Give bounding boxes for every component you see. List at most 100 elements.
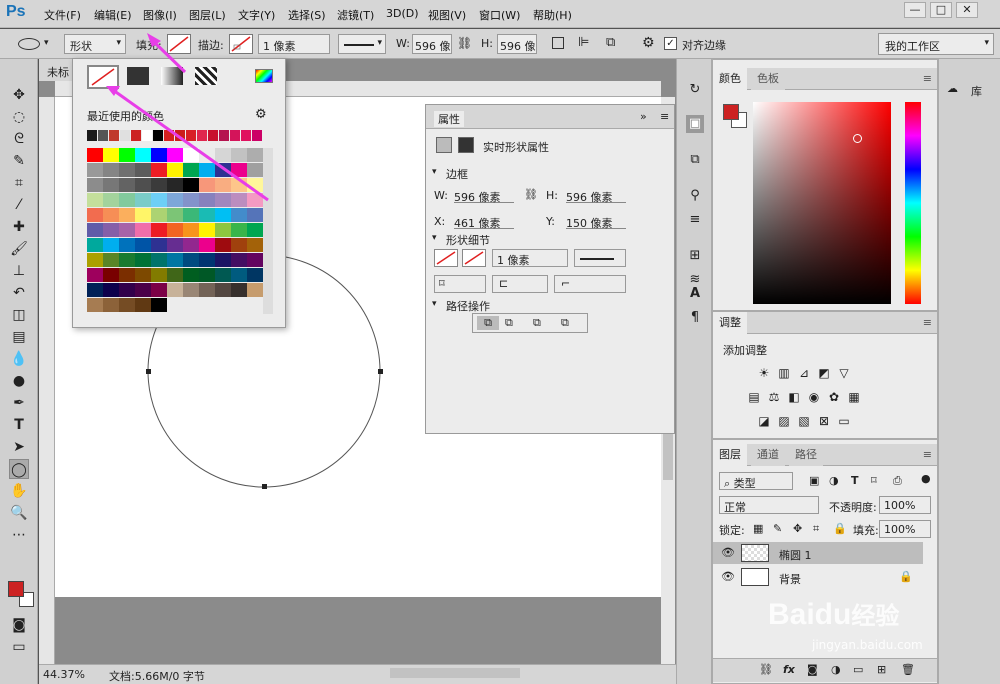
color-swatch[interactable] bbox=[167, 268, 183, 282]
anchor-point[interactable] bbox=[378, 369, 383, 374]
fill-swatch-button[interactable] bbox=[434, 249, 458, 267]
stroke-type-select[interactable] bbox=[574, 249, 626, 267]
color-swatch[interactable] bbox=[151, 208, 167, 222]
color-picker-icon[interactable] bbox=[255, 69, 273, 83]
color-swatch[interactable] bbox=[215, 163, 231, 177]
color-swatch[interactable] bbox=[183, 208, 199, 222]
color-balance-icon[interactable]: ⚖ bbox=[767, 390, 781, 404]
color-tab[interactable]: 颜色 bbox=[713, 68, 747, 90]
color-swatch[interactable] bbox=[135, 163, 151, 177]
layer-name[interactable]: 椭圆 1 bbox=[779, 547, 812, 563]
intersect-shapes-icon[interactable]: ⧉ bbox=[533, 316, 541, 330]
adjustments-tab[interactable]: 调整 bbox=[713, 312, 747, 334]
recent-color-swatch[interactable] bbox=[186, 130, 196, 141]
mask-properties-icon[interactable] bbox=[458, 137, 474, 153]
solid-color-button[interactable] bbox=[127, 67, 149, 85]
vertical-scroll-thumb[interactable] bbox=[663, 430, 673, 480]
color-swatch[interactable] bbox=[247, 208, 263, 222]
color-swatch[interactable] bbox=[87, 298, 103, 312]
color-swatch[interactable] bbox=[231, 268, 247, 282]
panel-menu-icon[interactable]: ≡ bbox=[923, 72, 932, 85]
color-swatch[interactable] bbox=[87, 283, 103, 297]
exclude-shapes-icon[interactable]: ⧉ bbox=[561, 316, 569, 330]
y-input[interactable]: 150 像素 bbox=[566, 215, 626, 230]
color-swatch[interactable] bbox=[103, 298, 119, 312]
path-ops-icon[interactable] bbox=[552, 37, 564, 49]
menu-edit[interactable]: 编辑(E) bbox=[94, 7, 132, 23]
align-stroke-select[interactable]: ⌑ bbox=[434, 275, 486, 293]
color-swatch[interactable] bbox=[135, 193, 151, 207]
color-swatch[interactable] bbox=[199, 178, 215, 192]
color-swatch[interactable] bbox=[119, 253, 135, 267]
color-swatch[interactable] bbox=[231, 208, 247, 222]
menu-layer[interactable]: 图层(L) bbox=[189, 7, 226, 23]
recent-color-swatch[interactable] bbox=[208, 130, 218, 141]
color-swatch[interactable] bbox=[135, 148, 151, 162]
color-swatch[interactable] bbox=[151, 238, 167, 252]
color-swatch[interactable] bbox=[87, 208, 103, 222]
new-layer-icon[interactable]: ⊞ bbox=[877, 663, 886, 676]
color-swatch[interactable] bbox=[135, 223, 151, 237]
visibility-eye-icon[interactable]: 👁 bbox=[721, 570, 735, 583]
properties-tab[interactable]: 属性 bbox=[434, 111, 464, 127]
color-swatch[interactable] bbox=[247, 148, 263, 162]
color-swatch[interactable] bbox=[183, 148, 199, 162]
menu-image[interactable]: 图像(I) bbox=[143, 7, 177, 23]
pen-tool-icon[interactable]: ✒ bbox=[9, 393, 29, 413]
path-select-tool-icon[interactable]: ➤ bbox=[9, 437, 29, 457]
stamp-tool-icon[interactable]: ⊥ bbox=[9, 261, 29, 281]
lock-position-icon[interactable]: ✥ bbox=[793, 522, 802, 535]
color-swatch[interactable] bbox=[167, 178, 183, 192]
color-swatch[interactable] bbox=[215, 238, 231, 252]
zoom-level[interactable]: 44.37% bbox=[43, 668, 85, 681]
hue-slider[interactable] bbox=[905, 102, 921, 304]
marquee-tool-icon[interactable]: ◌ bbox=[9, 107, 29, 127]
color-swatch[interactable] bbox=[103, 268, 119, 282]
gradient-tool-icon[interactable]: ▤ bbox=[9, 327, 29, 347]
menu-type[interactable]: 文字(Y) bbox=[238, 7, 275, 23]
color-swatch[interactable] bbox=[119, 268, 135, 282]
color-swatch[interactable] bbox=[199, 268, 215, 282]
color-swatch[interactable] bbox=[167, 163, 183, 177]
recent-color-swatch[interactable] bbox=[175, 130, 185, 141]
color-swatch[interactable] bbox=[87, 253, 103, 267]
color-swatch[interactable] bbox=[135, 283, 151, 297]
eraser-tool-icon[interactable]: ◫ bbox=[9, 305, 29, 325]
visibility-eye-icon[interactable]: 👁 bbox=[721, 546, 735, 559]
color-swatch[interactable] bbox=[199, 238, 215, 252]
recent-color-swatch[interactable] bbox=[142, 130, 152, 141]
width-input[interactable]: 596 像素 bbox=[454, 189, 514, 204]
link-icon[interactable]: ⛓ bbox=[457, 36, 472, 50]
color-swatch[interactable] bbox=[247, 283, 263, 297]
swatch-scrollbar[interactable] bbox=[263, 148, 273, 314]
color-swatch[interactable] bbox=[231, 283, 247, 297]
lasso-tool-icon[interactable]: ᘓ bbox=[9, 129, 29, 149]
arrange-icon[interactable]: ⧉ bbox=[606, 35, 615, 50]
foreground-color-swatch[interactable] bbox=[8, 581, 24, 597]
blur-tool-icon[interactable]: 💧 bbox=[9, 349, 29, 369]
color-swatch[interactable] bbox=[167, 148, 183, 162]
selective-color-icon[interactable]: ⊠ bbox=[817, 414, 831, 428]
library-button[interactable]: ☁ 库 bbox=[945, 79, 999, 101]
color-field[interactable] bbox=[753, 102, 891, 304]
link-layers-icon[interactable]: ⛓ bbox=[759, 663, 773, 676]
color-swatch[interactable] bbox=[151, 283, 167, 297]
link-icon[interactable]: ⛓ bbox=[524, 188, 538, 201]
color-swatch[interactable] bbox=[135, 268, 151, 282]
color-swatch[interactable] bbox=[103, 238, 119, 252]
color-swatch[interactable] bbox=[151, 268, 167, 282]
fill-input[interactable]: 100% bbox=[879, 520, 931, 538]
type-tool-icon[interactable]: T bbox=[9, 415, 29, 435]
color-swatch[interactable] bbox=[151, 253, 167, 267]
new-group-icon[interactable]: ▭ bbox=[853, 663, 863, 676]
brush-presets-icon[interactable]: ≡ bbox=[686, 211, 704, 229]
paragraph-icon[interactable]: ¶ bbox=[686, 309, 704, 327]
color-swatch[interactable] bbox=[215, 283, 231, 297]
channels-tab[interactable]: 通道 bbox=[751, 444, 785, 466]
quick-mask-icon[interactable]: ◙ bbox=[9, 615, 29, 635]
character-icon[interactable]: A bbox=[686, 285, 704, 303]
height-input[interactable]: 596 像素 bbox=[497, 34, 537, 54]
recent-color-swatch[interactable] bbox=[109, 130, 119, 141]
color-swatch[interactable] bbox=[215, 208, 231, 222]
color-swatch[interactable] bbox=[135, 238, 151, 252]
